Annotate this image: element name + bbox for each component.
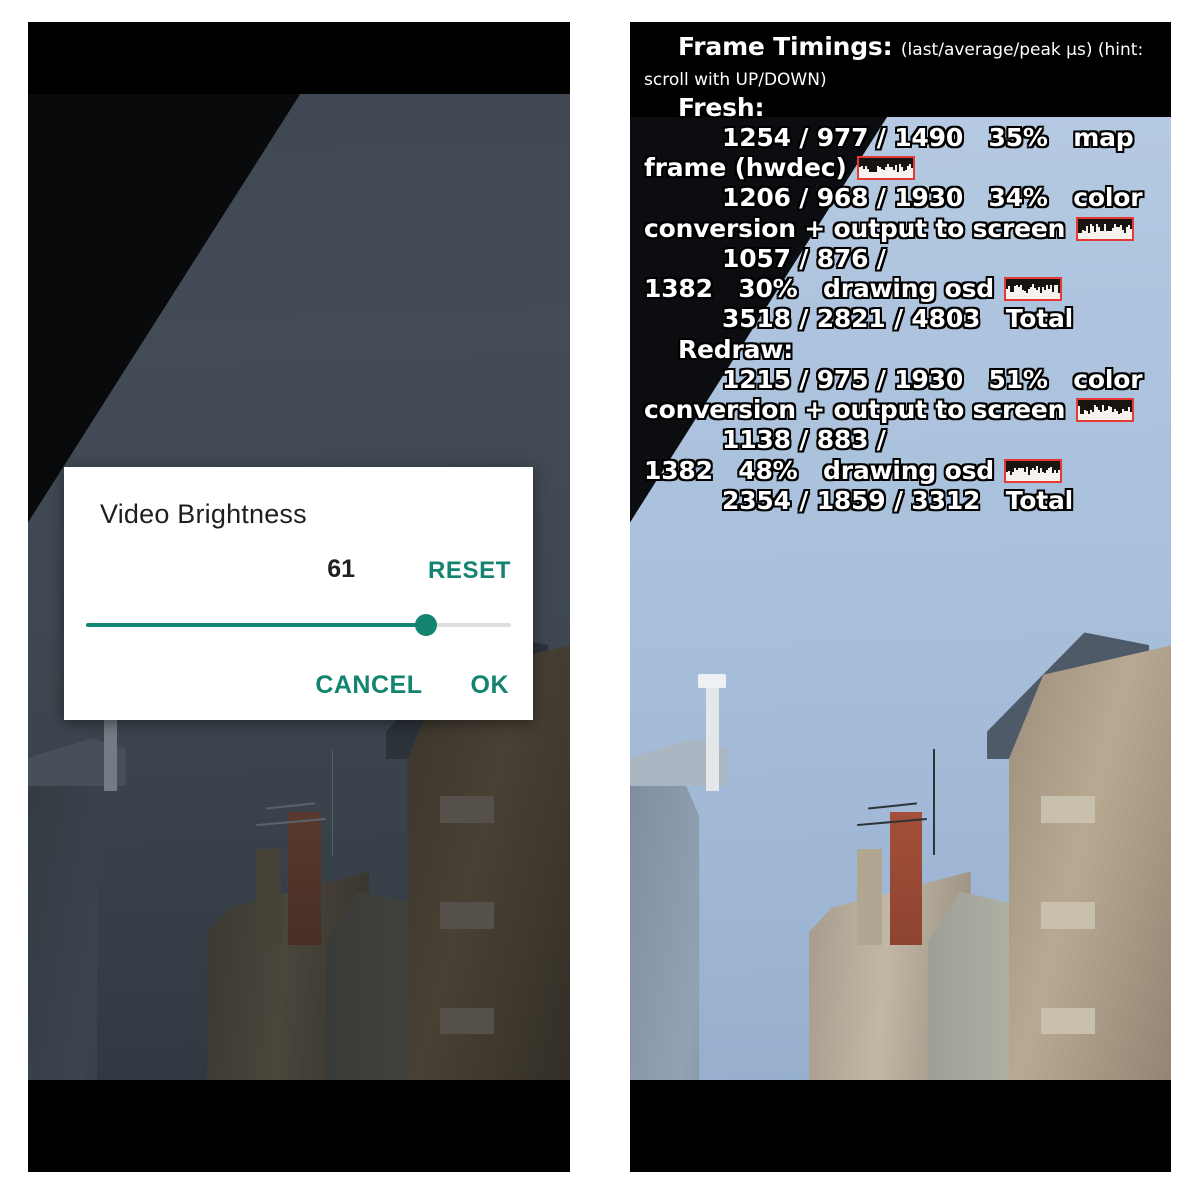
brick-chimney bbox=[889, 812, 923, 945]
wall-cornice-middle bbox=[1041, 902, 1096, 929]
video-brightness-dialog[interactable]: Video Brightness 61 RESET CANCEL OK bbox=[64, 467, 533, 720]
reset-button[interactable]: RESET bbox=[428, 557, 511, 585]
stone-chimney bbox=[857, 849, 883, 945]
osd-percent: 34% bbox=[963, 183, 1048, 213]
osd-percent: 51% bbox=[963, 364, 1048, 394]
stone-chimney bbox=[255, 849, 281, 945]
metal-chimney-pipe bbox=[705, 685, 719, 792]
wall-cornice-upper bbox=[1041, 796, 1096, 823]
osd-timing-row: 1057 / 876 / 1382 30% drawing osd bbox=[644, 244, 1157, 305]
chimney-cap bbox=[698, 674, 727, 688]
frame-timings-osd[interactable]: Frame Timings: (last/average/peak µs) (h… bbox=[630, 22, 1171, 516]
timing-histogram-graph bbox=[1004, 458, 1063, 483]
osd-timing-values: 1206 / 968 / 1930 bbox=[722, 183, 964, 213]
osd-timing-row: 3518 / 2821 / 4803 Total bbox=[644, 304, 1157, 334]
osd-timing-values: 1254 / 977 / 1490 bbox=[722, 122, 964, 152]
wall-cornice-middle bbox=[439, 902, 495, 929]
antenna-mast bbox=[331, 748, 334, 855]
osd-timing-row: 1254 / 977 / 1490 35% map frame (hwdec) bbox=[644, 123, 1157, 184]
timing-histogram-graph bbox=[1004, 277, 1063, 301]
letterbox-bottom bbox=[28, 1080, 570, 1172]
antenna-mast bbox=[932, 748, 935, 855]
brightness-value: 61 bbox=[327, 555, 355, 583]
letterbox-top bbox=[28, 22, 570, 94]
osd-percent: 35% bbox=[963, 122, 1048, 152]
timing-histogram-graph bbox=[1075, 216, 1134, 241]
wall-cornice-lower bbox=[439, 1008, 495, 1035]
letterbox-bottom bbox=[630, 1080, 1171, 1172]
osd-timing-row: 2354 / 1859 / 3312 Total bbox=[644, 486, 1157, 516]
brick-chimney bbox=[288, 812, 321, 945]
osd-header-title: Frame Timings: bbox=[678, 32, 893, 61]
osd-timing-row: 1138 / 883 / 1382 48% drawing osd bbox=[644, 425, 1157, 486]
right-phone-screen: Frame Timings: (last/average/peak µs) (h… bbox=[630, 22, 1171, 1172]
osd-timing-row: 1215 / 975 / 1930 51% color conversion +… bbox=[644, 365, 1157, 426]
timing-histogram-graph bbox=[1075, 398, 1134, 422]
dialog-actions: CANCEL OK bbox=[315, 671, 509, 700]
osd-header: Frame Timings: (last/average/peak µs) (h… bbox=[644, 32, 1157, 93]
osd-body: Fresh: 1254 / 977 / 1490 35% map frame (h… bbox=[644, 93, 1157, 517]
osd-percent: 30% bbox=[712, 274, 798, 303]
osd-timing-row: 1206 / 968 / 1930 34% color conversion +… bbox=[644, 183, 1157, 244]
brightness-slider[interactable] bbox=[86, 614, 511, 636]
left-phone-screen: Video Brightness 61 RESET CANCEL OK bbox=[28, 22, 570, 1172]
osd-timing-values: 1215 / 975 / 1930 bbox=[722, 364, 964, 394]
cancel-button[interactable]: CANCEL bbox=[315, 671, 422, 700]
osd-section-label: Redraw: bbox=[678, 334, 793, 364]
wall-cornice-lower bbox=[1041, 1008, 1096, 1035]
osd-stage-name: drawing osd bbox=[797, 274, 1003, 303]
osd-timing-values: 2354 / 1859 / 3312 bbox=[722, 485, 981, 515]
slider-fill bbox=[86, 623, 426, 627]
screenshot-canvas: Video Brightness 61 RESET CANCEL OK Fram… bbox=[0, 0, 1200, 1200]
slider-thumb[interactable] bbox=[415, 614, 437, 636]
wall-cornice-upper bbox=[439, 796, 495, 823]
antenna-crossbar-2 bbox=[266, 802, 316, 810]
osd-stage-name: Total bbox=[980, 304, 1074, 334]
ok-button[interactable]: OK bbox=[471, 671, 510, 700]
timing-histogram-graph bbox=[857, 156, 916, 180]
antenna-crossbar-2 bbox=[868, 802, 917, 810]
osd-section-label: Fresh: bbox=[678, 92, 765, 122]
dialog-title: Video Brightness bbox=[100, 499, 307, 529]
osd-stage-name: drawing osd bbox=[797, 455, 1003, 485]
osd-stage-name: Total bbox=[980, 485, 1074, 515]
osd-timing-values: 3518 / 2821 / 4803 bbox=[722, 304, 981, 334]
osd-percent: 48% bbox=[712, 455, 798, 485]
